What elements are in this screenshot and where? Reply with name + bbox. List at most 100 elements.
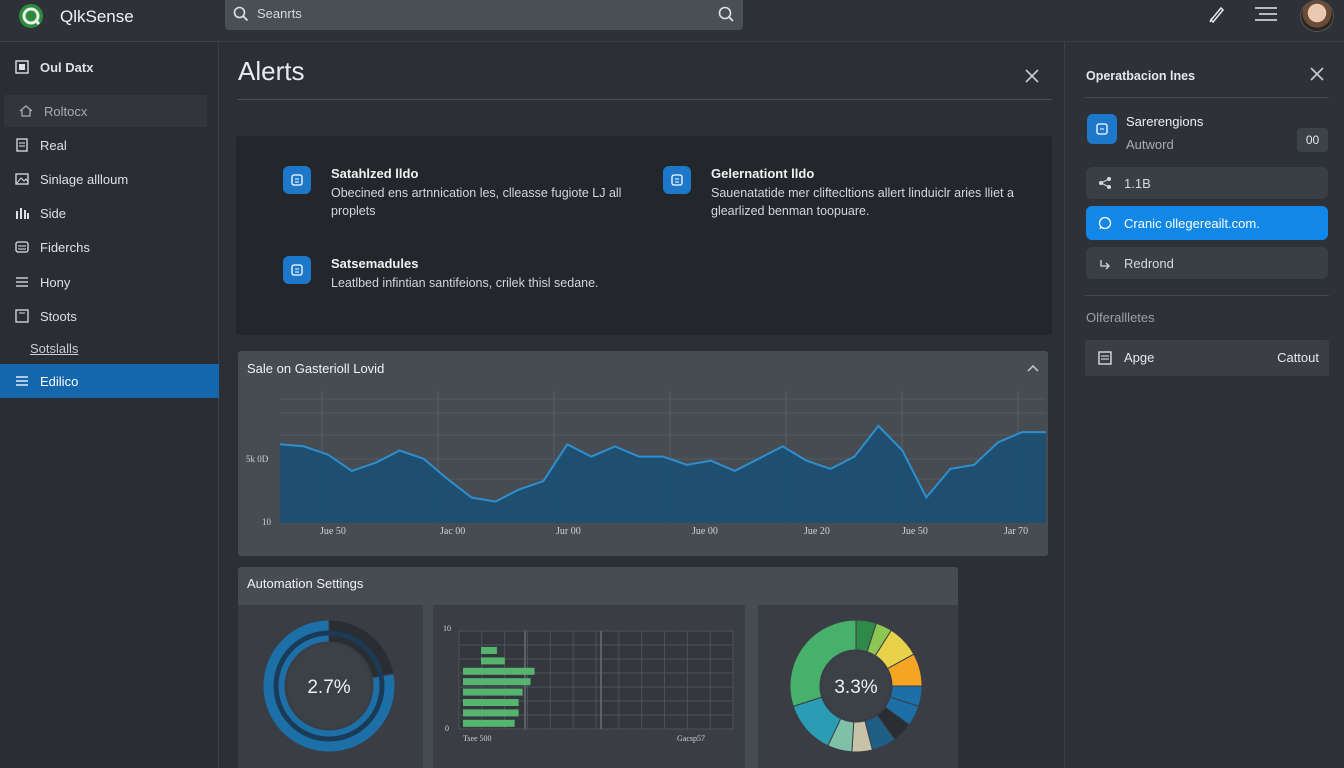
row-label: Cranic ollegereailt.com. (1124, 215, 1260, 231)
automation-title: Automation Settings (247, 576, 364, 591)
sales-chart-card: Sale on Gasterioll Lovid 5k 0D 10 Jue 50 Ja… (238, 351, 1048, 556)
sidebar-item-edilico[interactable]: Edilico (0, 364, 219, 398)
profile-tile-icon (1087, 114, 1117, 144)
search-input[interactable]: Seanrts (257, 6, 302, 21)
gauge-panel-right: 3.3% (758, 605, 958, 768)
gauge-panel-left: 2.7% (238, 605, 423, 768)
whatsapp-icon (1098, 216, 1112, 230)
apge-item[interactable]: Apge Cattout (1085, 340, 1329, 376)
profile-badge[interactable]: 00 (1297, 128, 1328, 152)
sidebar-item-label: Roltocx (44, 103, 88, 119)
right-panel: Operatbacion lnes Sarerengions Autword 0… (1064, 42, 1344, 768)
share-icon (1099, 177, 1111, 189)
y-tick-label: 5k 0D (246, 454, 269, 464)
donut-chart-left: 2.7% (262, 619, 396, 753)
sidebar-item-label: Stoots (40, 308, 77, 324)
x-tick-label: Jar 70 (1004, 526, 1028, 537)
redo-icon (1100, 260, 1110, 270)
panel-divider (1085, 97, 1329, 98)
x-tick-label: Jue 00 (692, 526, 718, 537)
document-icon (1098, 351, 1112, 365)
menu-icon[interactable] (1253, 4, 1279, 24)
sidebar-item-label: Hony (40, 274, 71, 290)
profile-name: Sarerengions (1126, 114, 1204, 129)
bar (463, 688, 523, 696)
image-icon (15, 173, 29, 185)
alert-description: Obecined ens artnnication les, clleasse … (331, 186, 622, 218)
bar (463, 699, 519, 706)
title-divider (237, 99, 1052, 100)
bar (481, 647, 497, 654)
x-tick-label: Jue 20 (804, 526, 830, 537)
panel-divider (1085, 295, 1329, 296)
sidebar-item-fiderchs[interactable]: Fiderchs (0, 231, 219, 263)
row-label: Redrond (1124, 255, 1174, 271)
share-row[interactable]: 1.1B (1086, 167, 1328, 199)
area-chart: 5k 0D 10 Jue 50 Jac 00 Jur 00 Jue 00 Jue 20 Jue… (246, 391, 1046, 537)
sidebar-item-stoots[interactable]: Stoots (0, 300, 219, 332)
sidebar-item-label: Real (40, 137, 67, 153)
layers-icon (15, 241, 29, 253)
bar (481, 657, 505, 665)
sidebar-item-label: Fiderchs (40, 239, 90, 255)
sidebar-header-label: Oul Datx (40, 59, 94, 75)
y-tick-label: 10 (443, 624, 451, 633)
profile-subtitle: Autword (1126, 137, 1174, 152)
qlik-logo-icon[interactable] (14, 2, 48, 30)
search-bar[interactable]: Seanrts (225, 0, 743, 30)
automation-card: Automation Settings 2.7% 10 0 Tsee 500 Gacs… (238, 567, 958, 768)
contact-button[interactable]: Cranic ollegereailt.com. (1086, 206, 1328, 240)
y-tick-label: 10 (262, 517, 272, 527)
close-icon[interactable] (1023, 67, 1041, 85)
redrond-row[interactable]: Redrond (1086, 247, 1328, 279)
user-avatar[interactable] (1300, 0, 1334, 32)
alert-description: Sauenatatide mer cliftecltions allert li… (711, 186, 1014, 218)
donut-chart-right: 3.3% (789, 619, 923, 753)
bar (463, 719, 515, 727)
alert-title: Gelernationt lldo (711, 166, 815, 181)
area-fill (280, 425, 1046, 523)
sidebar-item-hony[interactable]: Hony (0, 266, 219, 298)
donut-center-label: 2.7% (307, 677, 350, 698)
list-icon (16, 277, 28, 287)
alert-title: Satsemadules (331, 256, 419, 271)
sidebar-item-side[interactable]: Side (0, 197, 219, 229)
y-tick-label: 0 (445, 724, 449, 733)
edit-pen-icon[interactable] (1207, 4, 1227, 24)
alert-icon (663, 166, 691, 194)
bar (463, 678, 531, 686)
sidebar-item-roltocx[interactable]: Roltocx (4, 95, 207, 127)
x-tick-label: Gacsp57 (677, 734, 705, 743)
x-tick-label: Jue 50 (320, 526, 346, 537)
sidebar-item-sinlage[interactable]: Sinlage allloum (0, 163, 219, 195)
window-icon (15, 309, 29, 323)
close-icon[interactable] (1308, 65, 1326, 83)
x-tick-label: Jue 50 (902, 526, 928, 537)
alert-icon (283, 256, 311, 284)
sidebar-item-real[interactable]: Real (0, 129, 219, 161)
bars-icon (16, 208, 29, 219)
bar-chart: 10 0 Tsee 500 Gacsp57 (443, 624, 734, 743)
x-tick-label: Tsee 500 (463, 734, 492, 743)
alert-description: Leatlbed infintian santifeions, crilek t… (331, 276, 599, 290)
search-clear-icon[interactable] (717, 5, 735, 23)
panel-title: Operatbacion lnes (1086, 69, 1196, 83)
alerts-card: Satahlzed lldo Obecined ens artnnication… (236, 136, 1052, 335)
home-icon (19, 105, 33, 117)
bar (463, 667, 535, 675)
bar (463, 709, 519, 717)
top-bar: QlkSense Seanrts (0, 0, 1344, 42)
alert-title: Satahlzed lldo (331, 166, 419, 181)
search-icon (233, 6, 249, 22)
sidebar-sub-link[interactable]: Sotslalls (30, 341, 78, 356)
x-tick-label: Jur 00 (556, 526, 581, 537)
alert-icon (283, 166, 311, 194)
sidebar-item-label: Sinlage allloum (40, 171, 129, 187)
sidebar-header[interactable]: Oul Datx (0, 51, 219, 83)
grid-icon (15, 60, 29, 74)
section-heading: Olferallletes (1086, 310, 1155, 325)
document-icon (16, 138, 28, 152)
page-title: Alerts (238, 56, 305, 86)
sidebar-item-label: Edilico (40, 373, 79, 389)
sidebar-item-label: Side (40, 205, 67, 221)
